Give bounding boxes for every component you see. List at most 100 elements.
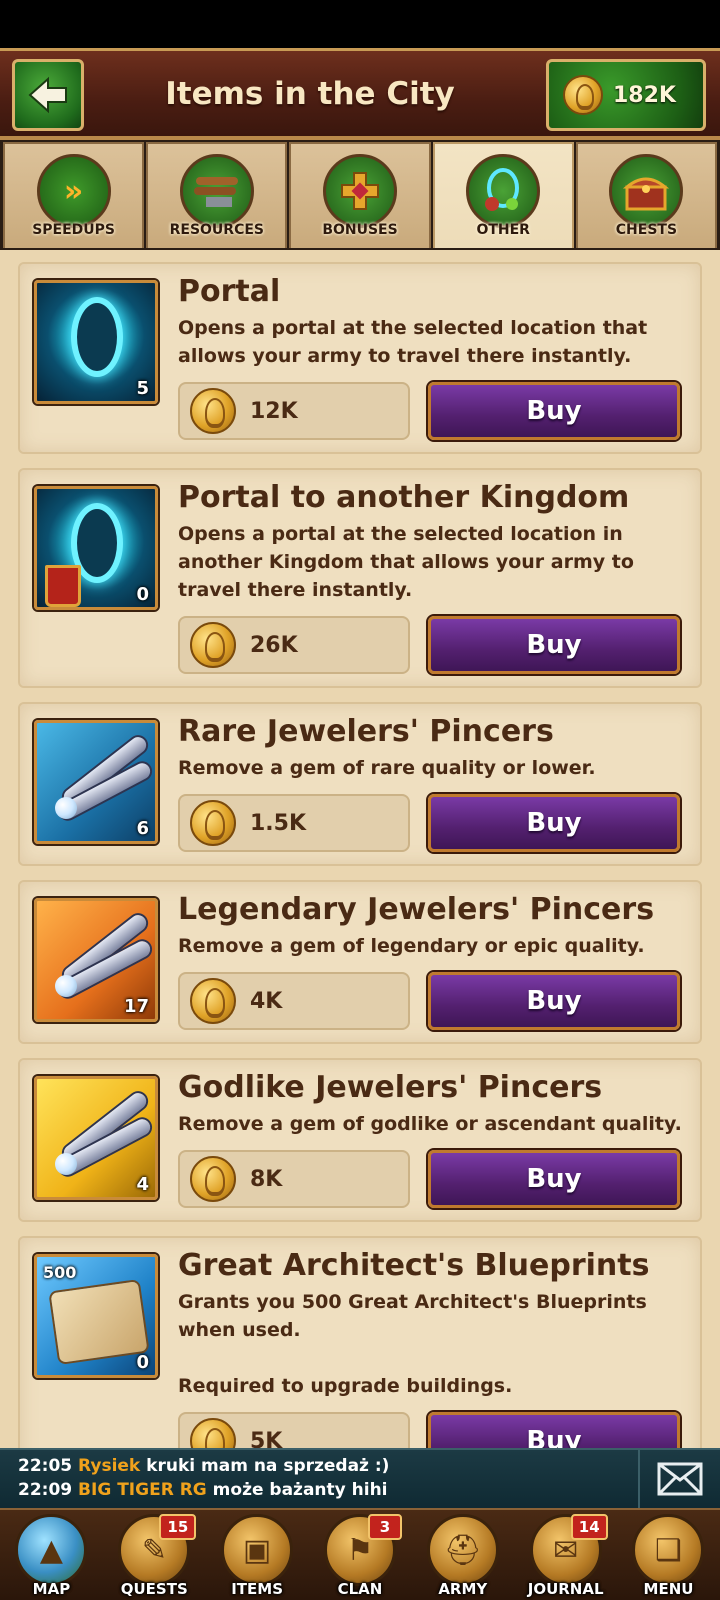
godlike-pincers-icon: 4 — [34, 1076, 158, 1200]
price-box: 12K — [178, 382, 410, 440]
items-list: 5 Portal Opens a portal at the selected … — [0, 250, 720, 1448]
chat-message: 22:05 Rysiek kruki mam na sprzedaż :) — [18, 1456, 389, 1476]
nav-label: MENU — [643, 1580, 694, 1598]
chat-time: 22:09 — [18, 1480, 73, 1500]
buy-button[interactable]: Buy — [428, 972, 680, 1030]
nav-label: ITEMS — [231, 1580, 283, 1598]
tab-label: RESOURCES — [169, 222, 264, 238]
chat-message: 22:09 BIG TIGER RG może bażanty hihi — [18, 1480, 388, 1500]
tab-label: BONUSES — [322, 222, 398, 238]
tab-chests[interactable]: CHESTS — [575, 142, 718, 248]
speedups-icon: » — [36, 154, 111, 228]
quests-badge: 15 — [159, 1514, 197, 1540]
bottom-navigation: ▲ MAP ✎ 15 QUESTS ▣ ITEMS ⚑ 3 CLAN ⛑ ARM… — [0, 1508, 720, 1600]
book-icon: ❑ — [632, 1514, 705, 1586]
item-price: 5K — [250, 1428, 283, 1449]
item-count: 0 — [136, 1352, 149, 1373]
resources-icon — [179, 154, 254, 228]
items-bag-icon: ▣ — [221, 1514, 294, 1586]
item-price: 8K — [250, 1166, 283, 1192]
item-description: Grants you 500 Great Architect's Bluepri… — [178, 1291, 647, 1397]
item-price: 12K — [250, 398, 298, 424]
tab-label: SPEEDUPS — [32, 222, 115, 238]
top-bar: Items in the City 182K — [0, 48, 720, 140]
item-description: Opens a portal at the selected location … — [178, 523, 634, 601]
portal-icon: 5 — [34, 280, 158, 404]
list-item-rare-pincers: 6 Rare Jewelers' Pincers Remove a gem of… — [18, 702, 702, 866]
item-title: Godlike Jewelers' Pincers — [178, 1070, 603, 1105]
nav-army[interactable]: ⛑ ARMY — [415, 1510, 511, 1600]
nav-quests[interactable]: ✎ 15 QUESTS — [106, 1510, 202, 1600]
price-box: 1.5K — [178, 794, 410, 852]
category-tabs: » SPEEDUPS RESOURCES BONUSES OTHER CHEST… — [0, 140, 720, 250]
clan-badge: 3 — [367, 1514, 402, 1540]
nav-journal[interactable]: ✉ 14 JOURNAL — [518, 1510, 614, 1600]
tab-label: CHESTS — [615, 222, 678, 238]
list-item-portal-kingdom: 0 Portal to another Kingdom Opens a port… — [18, 468, 702, 688]
journal-badge: 14 — [570, 1514, 608, 1540]
list-item-blueprints: 500 0 Great Architect's Blueprints Grant… — [18, 1236, 702, 1448]
buy-button[interactable]: Buy — [428, 1150, 680, 1208]
item-title: Great Architect's Blueprints — [178, 1248, 650, 1283]
list-item-legendary-pincers: 17 Legendary Jewelers' Pincers Remove a … — [18, 880, 702, 1044]
chat-time: 22:05 — [18, 1456, 73, 1476]
item-count: 4 — [136, 1174, 149, 1195]
item-description: Remove a gem of rare quality or lower. — [178, 757, 596, 779]
list-item-portal: 5 Portal Opens a portal at the selected … — [18, 262, 702, 454]
item-title: Rare Jewelers' Pincers — [178, 714, 554, 749]
chat-sender: Rysiek — [78, 1456, 141, 1476]
back-button[interactable] — [12, 59, 84, 131]
price-box: 8K — [178, 1150, 410, 1208]
nav-label: ARMY — [438, 1580, 488, 1598]
item-price: 26K — [250, 632, 298, 658]
rare-pincers-icon: 6 — [34, 720, 158, 844]
item-price: 1.5K — [250, 810, 307, 836]
gold-coin-icon — [190, 978, 236, 1024]
gold-coin-icon — [190, 1156, 236, 1202]
buy-button[interactable]: Buy — [428, 616, 680, 674]
item-title: Legendary Jewelers' Pincers — [178, 892, 655, 927]
nav-label: JOURNAL — [527, 1580, 604, 1598]
map-icon: ▲ — [15, 1514, 88, 1586]
legendary-pincers-icon: 17 — [34, 898, 158, 1022]
chat-preview[interactable]: 22:05 Rysiek kruki mam na sprzedaż :) 22… — [0, 1448, 720, 1508]
item-count: 0 — [136, 584, 149, 605]
status-bar — [0, 0, 720, 48]
gold-coin-icon — [190, 622, 236, 668]
item-description: Remove a gem of legendary or epic qualit… — [178, 935, 645, 957]
page-title: Items in the City — [165, 76, 455, 112]
buy-button[interactable]: Buy — [428, 794, 680, 852]
nav-items[interactable]: ▣ ITEMS — [209, 1510, 305, 1600]
nav-clan[interactable]: ⚑ 3 CLAN — [312, 1510, 408, 1600]
bonuses-icon — [323, 154, 397, 228]
tab-other[interactable]: OTHER — [432, 142, 574, 248]
item-description: Remove a gem of godlike or ascendant qua… — [178, 1113, 682, 1135]
mail-icon — [657, 1462, 703, 1496]
price-box: 5K — [178, 1412, 410, 1448]
tab-resources[interactable]: RESOURCES — [146, 142, 288, 248]
chat-text: może bażanty hihi — [212, 1480, 388, 1500]
mail-button[interactable] — [638, 1450, 720, 1508]
nav-menu[interactable]: ❑ MENU — [620, 1510, 716, 1600]
item-title: Portal — [178, 274, 281, 309]
item-title: Portal to another Kingdom — [178, 480, 630, 515]
chests-icon — [609, 154, 684, 228]
buy-button[interactable]: Buy — [428, 1412, 680, 1448]
chat-text: kruki mam na sprzedaż :) — [146, 1456, 390, 1476]
blueprints-amount: 500 — [43, 1263, 77, 1282]
price-box: 4K — [178, 972, 410, 1030]
back-arrow-icon — [28, 76, 67, 114]
gold-coin-icon — [563, 75, 603, 115]
tab-bonuses[interactable]: BONUSES — [289, 142, 431, 248]
item-count: 6 — [136, 818, 149, 839]
item-count: 17 — [123, 996, 149, 1017]
kingdom-portal-icon: 0 — [34, 486, 158, 610]
gold-coin-icon — [190, 800, 236, 846]
item-price: 4K — [250, 988, 283, 1014]
item-description: Opens a portal at the selected location … — [178, 317, 648, 367]
buy-button[interactable]: Buy — [428, 382, 680, 440]
nav-map[interactable]: ▲ MAP — [3, 1510, 99, 1600]
nav-label: QUESTS — [120, 1580, 188, 1598]
gold-balance[interactable]: 182K — [546, 59, 706, 131]
tab-speedups[interactable]: » SPEEDUPS — [3, 142, 145, 248]
